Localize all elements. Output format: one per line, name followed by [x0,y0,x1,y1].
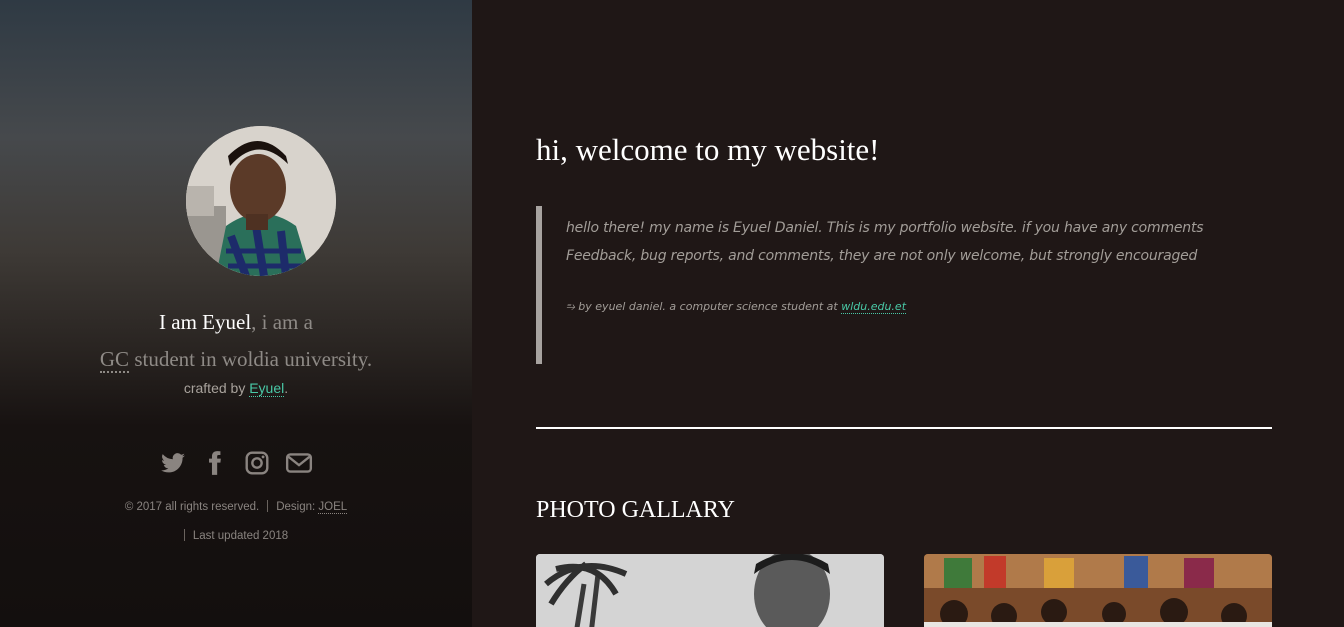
quote-text: hello there! my name is Eyuel Daniel. Th… [566,220,1204,264]
gallery-heading: PHOTO GALLARY [536,497,735,523]
envelope-icon[interactable] [285,450,313,478]
crafted-suffix: . [284,380,289,396]
crafted-prefix: crafted by [183,380,250,396]
main-content: hi, welcome to my website! hello there! … [472,0,1344,627]
sidebar: I am Eyuel, i am a GC student in woldia … [0,0,472,627]
page-title: hi, welcome to my website! [536,132,880,167]
intro-blockquote: hello there! my name is Eyuel Daniel. Th… [536,206,1272,364]
gallery-photo[interactable] [924,554,1272,627]
intro-line1: , i am a [251,310,313,334]
intro-name: I am Eyuel [159,310,252,334]
intro-line2: student in woldia university. [129,347,373,371]
last-updated: Last updated 2018 [0,529,472,542]
avatar-photo [186,126,336,276]
divider [183,529,185,541]
university-link[interactable]: wldu.edu.et [841,300,907,314]
facebook-icon[interactable] [201,450,229,478]
design-credit-link[interactable]: JOEL [318,501,348,514]
social-links [0,450,472,478]
gc-abbreviation[interactable]: GC [99,347,130,373]
twitter-icon[interactable] [159,450,187,478]
design-label: Design: [276,501,319,513]
copyright: © 2017 all rights reserved. [124,501,260,513]
gallery-photo[interactable] [536,554,884,627]
crafted-by-link[interactable]: Eyuel [249,380,285,397]
divider [267,500,269,512]
crafted-by: crafted by Eyuel. [0,380,472,397]
quote-citation: ⥱ by eyuel daniel. a computer science st… [566,300,1272,314]
footer-meta: © 2017 all rights reserved. Design: JOEL [0,500,472,514]
divider-rule [536,427,1272,429]
citation-text: ⥱ by eyuel daniel. a computer science st… [566,300,842,313]
avatar [186,126,336,276]
instagram-icon[interactable] [243,450,271,478]
last-updated-text: Last updated 2018 [192,530,289,542]
intro-text: I am Eyuel, i am a GC student in woldia … [0,304,472,378]
